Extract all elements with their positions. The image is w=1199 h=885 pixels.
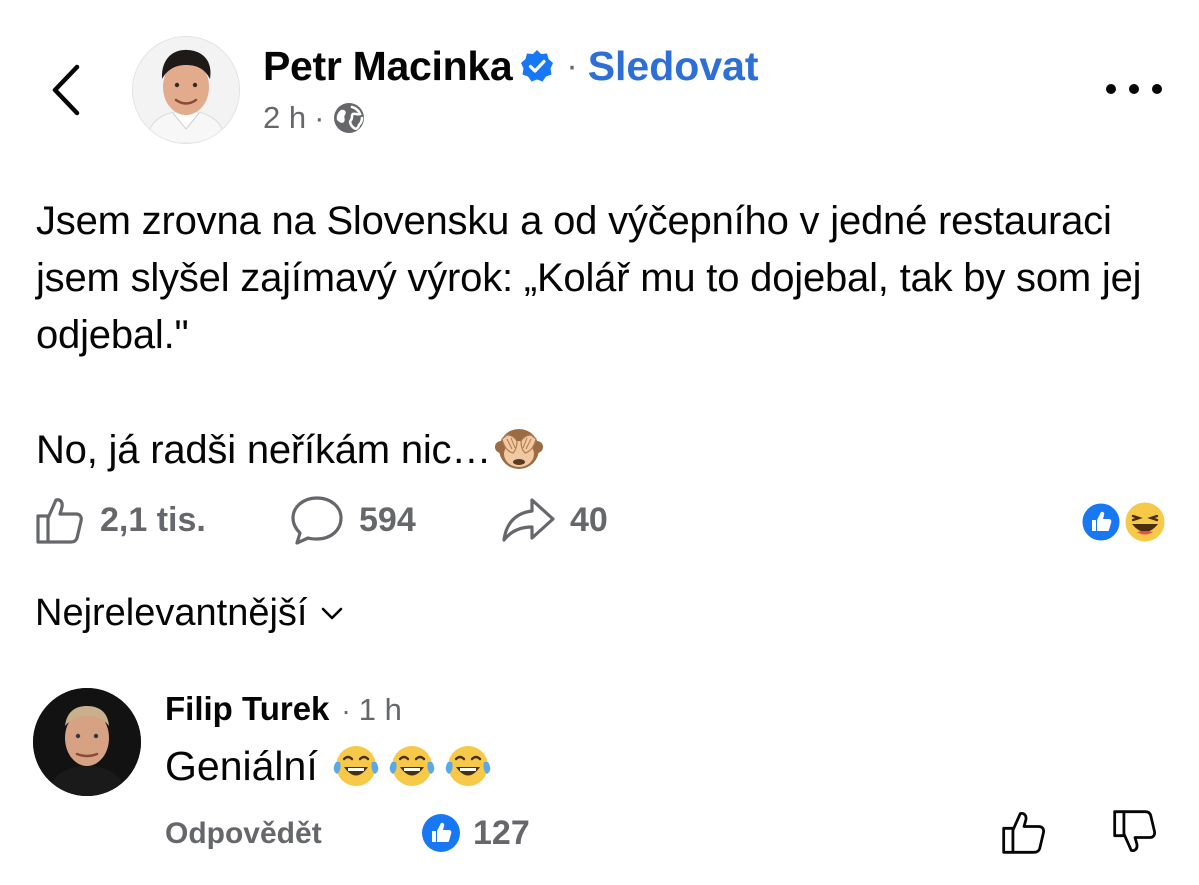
haha-reaction-icon — [1122, 499, 1168, 545]
share-arrow-icon — [502, 498, 555, 542]
reply-button[interactable]: Odpovědět — [165, 817, 322, 851]
reaction-summary[interactable] — [1079, 498, 1171, 546]
globe-icon[interactable] — [332, 101, 366, 135]
more-dot-icon — [1152, 84, 1162, 94]
more-dot-icon — [1106, 84, 1116, 94]
share-count: 40 — [570, 500, 608, 539]
separator-dot: · — [566, 46, 578, 85]
post-paragraph: No, já radši neříkám nic… — [36, 421, 1156, 479]
like-count: 2,1 tis. — [100, 500, 206, 539]
post-paragraph-text: No, já radši neříkám nic… — [36, 428, 492, 472]
comment-like-summary[interactable]: 127 — [421, 813, 530, 853]
post-text: Jsem zrovna na Slovensku a od výčepního … — [36, 193, 1156, 479]
joy-emoji — [445, 746, 490, 786]
joy-emoji — [389, 746, 434, 786]
comment-count: 594 — [359, 500, 416, 539]
like-button[interactable]: 2,1 tis. — [34, 494, 206, 546]
post-meta: 2 h · — [263, 98, 366, 138]
author-line: Petr Macinka · Sledovat — [263, 40, 759, 92]
sort-label: Nejrelevantnější — [35, 592, 308, 634]
author-portrait — [133, 37, 239, 143]
comment-body: Geniální — [165, 742, 318, 789]
comment-like-button[interactable] — [1000, 808, 1048, 861]
separator-dot: · — [314, 100, 325, 135]
joy-emoji — [333, 746, 378, 786]
commenter-name[interactable]: Filip Turek — [165, 690, 329, 728]
like-reaction-icon — [1079, 500, 1123, 544]
chevron-left-icon — [52, 64, 80, 116]
comment-time[interactable]: 1 h — [359, 692, 402, 728]
post-paragraph: Jsem zrovna na Slovensku a od výčepního … — [36, 199, 1142, 357]
verified-badge-icon — [521, 50, 554, 82]
more-options-button[interactable] — [1106, 66, 1162, 112]
comment-text: Geniální — [165, 742, 492, 790]
more-dot-icon — [1129, 84, 1139, 94]
comment-header: Filip Turek · 1 h — [165, 690, 402, 728]
follow-button[interactable]: Sledovat — [588, 43, 759, 90]
comment-sort-dropdown[interactable]: Nejrelevantnější — [35, 592, 343, 635]
comment-like-count: 127 — [473, 813, 530, 852]
share-button[interactable]: 40 — [500, 494, 608, 546]
back-button[interactable] — [38, 58, 94, 122]
author-avatar[interactable] — [132, 36, 240, 144]
thumbs-down-icon — [1113, 810, 1156, 853]
chevron-down-icon — [322, 607, 343, 619]
comment-button[interactable]: 594 — [289, 494, 416, 546]
author-name[interactable]: Petr Macinka — [263, 43, 513, 90]
comment-emojis — [332, 742, 492, 790]
separator-dot: · — [341, 695, 351, 726]
like-reaction-icon — [422, 814, 460, 852]
commenter-portrait — [33, 688, 141, 796]
see-no-evil-monkey-emoji — [495, 429, 544, 469]
post-time[interactable]: 2 h — [263, 100, 306, 136]
thumbs-up-icon — [1002, 811, 1045, 854]
commenter-avatar[interactable] — [33, 688, 141, 796]
comment-bubble-icon — [291, 496, 343, 545]
comment-dislike-button[interactable] — [1111, 808, 1159, 861]
thumbs-up-icon — [36, 498, 83, 544]
